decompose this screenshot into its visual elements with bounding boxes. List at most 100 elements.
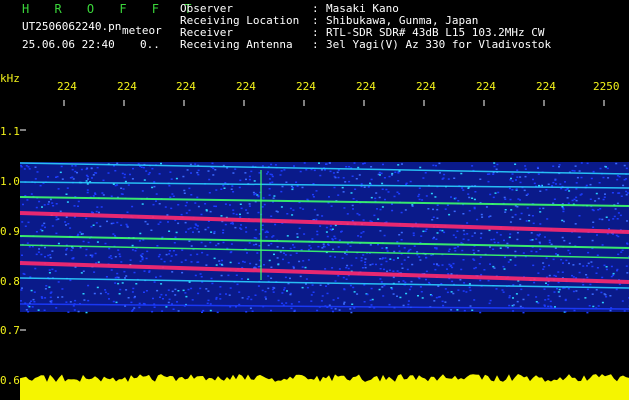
noise-speck (422, 177, 425, 179)
noise-speck (462, 229, 465, 232)
noise-speck (211, 162, 214, 165)
noise-speck (511, 180, 514, 182)
noise-speck (57, 188, 60, 190)
noise-speck (575, 196, 578, 199)
x-tick-label: 224 (236, 80, 256, 93)
noise-speck (377, 218, 380, 220)
noise-speck (320, 169, 323, 171)
noise-speck (158, 173, 161, 175)
noise-speck (522, 252, 525, 254)
noise-speck (605, 166, 607, 168)
noise-speck (27, 311, 30, 313)
noise-speck (509, 221, 512, 223)
noise-speck (595, 289, 598, 291)
noise-speck (584, 297, 587, 299)
noise-speck (221, 259, 223, 262)
noise-speck (425, 278, 427, 281)
noise-speck (231, 185, 234, 187)
noise-speck (515, 179, 517, 181)
noise-speck (73, 205, 76, 207)
noise-speck (535, 251, 538, 253)
noise-speck (480, 213, 483, 216)
noise-speck (138, 240, 141, 242)
noise-speck (35, 231, 38, 233)
noise-speck (191, 299, 194, 301)
noise-speck (479, 237, 482, 239)
noise-speck (524, 165, 527, 167)
noise-speck (174, 294, 177, 296)
noise-speck (319, 225, 322, 227)
noise-speck (545, 282, 547, 284)
noise-speck (586, 276, 589, 279)
noise-speck (467, 239, 470, 241)
y-tick-label: 0.8 (0, 275, 20, 288)
noise-speck (153, 185, 156, 188)
noise-speck (503, 239, 505, 242)
noise-speck (623, 310, 626, 312)
noise-speck (92, 195, 95, 197)
noise-speck (551, 185, 554, 187)
noise-speck (535, 238, 538, 240)
noise-speck (240, 278, 243, 280)
noise-speck (319, 174, 322, 177)
noise-speck (102, 179, 105, 182)
noise-speck (404, 281, 407, 284)
noise-speck (205, 210, 208, 212)
noise-speck (532, 264, 535, 267)
noise-speck (255, 263, 258, 266)
noise-speck (292, 244, 294, 246)
noise-speck (41, 297, 44, 299)
noise-speck (574, 165, 577, 167)
noise-speck (385, 247, 388, 249)
noise-speck (104, 242, 107, 245)
noise-speck (232, 212, 235, 215)
noise-speck (345, 249, 348, 252)
noise-speck (25, 309, 28, 311)
noise-speck (516, 232, 519, 234)
noise-speck (561, 219, 564, 222)
noise-speck (35, 253, 38, 256)
noise-speck (116, 221, 119, 224)
noise-speck (465, 291, 468, 293)
noise-speck (528, 220, 531, 222)
noise-speck (151, 186, 154, 189)
noise-speck (489, 299, 492, 302)
noise-speck (55, 216, 58, 218)
noise-speck (599, 208, 602, 210)
noise-speck (325, 226, 328, 229)
noise-speck (341, 257, 344, 259)
noise-speck (172, 308, 175, 310)
noise-speck (511, 216, 514, 218)
noise-speck (342, 177, 345, 179)
noise-speck (222, 232, 225, 234)
noise-speck (287, 261, 290, 264)
noise-speck (425, 228, 428, 230)
noise-speck (457, 200, 460, 202)
noise-speck (261, 206, 264, 208)
noise-speck (239, 213, 241, 216)
noise-speck (417, 295, 419, 297)
x-tick-label: 224 (536, 80, 556, 93)
noise-speck (345, 166, 348, 168)
noise-speck (450, 273, 453, 275)
noise-speck (124, 277, 126, 279)
noise-speck (90, 225, 93, 228)
noise-speck (586, 288, 589, 291)
noise-speck (331, 228, 334, 230)
noise-speck (473, 207, 476, 210)
noise-speck (357, 166, 360, 169)
noise-speck (227, 274, 230, 277)
noise-speck (85, 217, 88, 220)
noise-speck (402, 304, 405, 307)
noise-speck (592, 226, 595, 228)
noise-speck (183, 189, 186, 192)
noise-speck (171, 271, 174, 273)
noise-speck (463, 309, 466, 312)
noise-speck (116, 162, 119, 165)
noise-speck (116, 272, 119, 275)
noise-speck (163, 260, 166, 263)
noise-speck (417, 195, 420, 198)
noise-speck (336, 171, 339, 174)
noise-speck (436, 204, 439, 206)
noise-speck (468, 196, 471, 199)
